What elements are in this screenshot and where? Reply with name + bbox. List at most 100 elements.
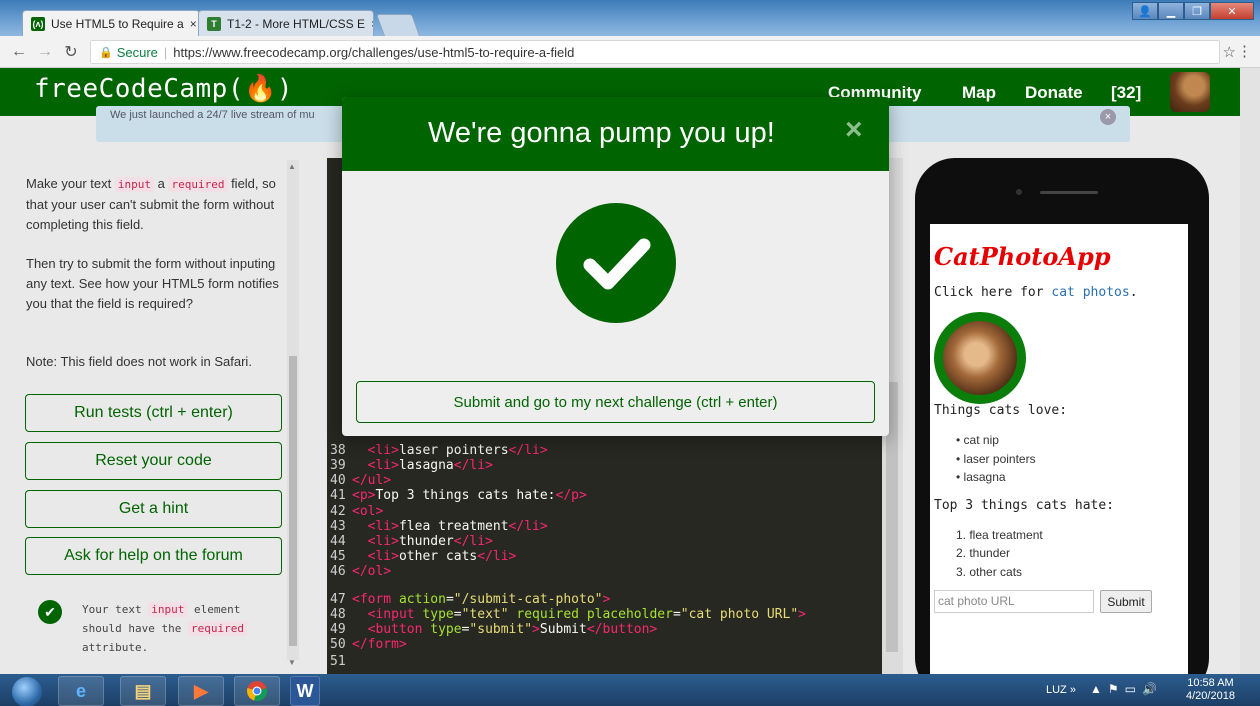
code-line-40[interactable]: 40 </ul> (330, 473, 391, 488)
list-item: • laser pointers (956, 452, 1036, 466)
code-tag: <li> (367, 549, 399, 564)
code-line-44[interactable]: 44 <li>thunder</li> (330, 534, 493, 549)
line-number: 39 (330, 458, 346, 473)
code-attr: type (430, 622, 462, 637)
file-explorer-icon[interactable]: ▤ (120, 676, 166, 706)
back-arrow-icon[interactable]: ← (6, 43, 32, 61)
code-tag: </li> (508, 443, 548, 458)
windows-start-icon[interactable] (12, 677, 42, 706)
chrome-icon[interactable] (234, 676, 280, 706)
media-player-icon[interactable]: ▶ (178, 676, 224, 706)
code-tag: <ol> (352, 504, 384, 519)
code-tag: <input (352, 607, 423, 622)
lang-text: LUZ (1046, 684, 1067, 696)
tab-use-html5[interactable]: (ʌ) Use HTML5 to Require a × (22, 10, 200, 36)
ask-help-button[interactable]: Ask for help on the forum (25, 537, 282, 575)
code-required: required (168, 177, 228, 192)
code-tag: </li> (453, 458, 493, 473)
code-line-50[interactable]: 50 </form> (330, 637, 407, 652)
scroll-down-icon[interactable]: ▼ (288, 658, 296, 667)
preview-submit-button[interactable]: Submit (1100, 590, 1152, 613)
separator: | (163, 44, 168, 60)
url-text: https://www.freecodecamp.org/challenges/… (173, 44, 575, 60)
minimize-icon[interactable]: ▁ (1158, 2, 1184, 20)
code-line-38[interactable]: 38 <li>laser pointers</li> (330, 443, 548, 458)
banner-text: We just launched a 24/7 live stream of m… (110, 109, 315, 121)
code-line-41[interactable]: 41 <p>Top 3 things cats hate:</p> (330, 488, 587, 503)
reset-code-button[interactable]: Reset your code (25, 442, 282, 480)
restore-icon[interactable]: ❐ (1184, 2, 1210, 20)
cat-photo-url-input[interactable]: cat photo URL (934, 590, 1094, 613)
tab-close-icon[interactable]: × (190, 17, 197, 31)
code-tag: <form (352, 592, 399, 607)
tab-close-icon[interactable]: × (371, 17, 373, 31)
modal-close-icon[interactable]: × (845, 113, 863, 147)
code-text: Submit (539, 622, 587, 637)
line-number: 48 (330, 607, 346, 622)
code-line-45[interactable]: 45 <li>other cats</li> (330, 549, 516, 564)
tray-language[interactable]: LUZ » (1046, 684, 1076, 696)
nav-donate[interactable]: Donate (1025, 83, 1083, 103)
code-line-42[interactable]: 42 <ol> (330, 504, 383, 519)
page-scrollbar[interactable] (1240, 68, 1260, 674)
code-line-49[interactable]: 49 <button type="submit">Submit</button> (330, 622, 657, 637)
code-line-43[interactable]: 43 <li>flea treatment</li> (330, 519, 548, 534)
code-line-47[interactable]: 47 <form action="/submit-cat-photo"> (330, 592, 610, 607)
banner-close-icon[interactable]: × (1100, 109, 1116, 125)
modal-header: We're gonna pump you up! × (342, 97, 889, 171)
list-item: • lasagna (956, 470, 1006, 484)
submit-next-challenge-button[interactable]: Submit and go to my next challenge (ctrl… (356, 381, 875, 423)
line-number: 38 (330, 443, 346, 458)
code-line-46[interactable]: 46 </ol> (330, 564, 391, 579)
nav-map[interactable]: Map (962, 83, 996, 103)
line-number: 40 (330, 473, 346, 488)
close-window-icon[interactable]: ✕ (1210, 2, 1254, 20)
secure-label: Secure (116, 44, 158, 60)
run-tests-button[interactable]: Run tests (ctrl + enter) (25, 394, 282, 432)
tab-t1-2[interactable]: T T1-2 - More HTML/CSS E × (198, 10, 374, 36)
code-string: "submit" (469, 622, 533, 637)
address-bar[interactable]: 🔒 Secure | https://www.freecodecamp.org/… (90, 40, 1220, 64)
scrollbar-thumb[interactable] (289, 356, 297, 646)
cat-photos-link[interactable]: cat photos (1051, 285, 1129, 300)
code-text: other cats (398, 549, 478, 564)
modal-title: We're gonna pump you up! (428, 117, 775, 149)
tab-title: T1-2 - More HTML/CSS E (227, 16, 366, 31)
code-line-51[interactable]: 51 (330, 654, 352, 669)
avatar[interactable] (1170, 72, 1210, 112)
reload-icon[interactable]: ↻ (58, 42, 84, 62)
cat-photo-image[interactable] (934, 312, 1026, 404)
instruction-note: Note: This field does not work in Safari… (26, 354, 252, 369)
fcc-favicon-icon: (ʌ) (31, 16, 45, 31)
tray-expand-icon[interactable]: » (1070, 684, 1076, 696)
instruction-text: Make your text (26, 176, 115, 191)
new-tab-button[interactable] (375, 14, 421, 36)
scroll-up-icon[interactable]: ▲ (288, 162, 296, 171)
bookmark-star-icon[interactable]: ☆ (1223, 43, 1236, 61)
line-number: 45 (330, 549, 346, 564)
clock-date: 4/20/2018 (1186, 690, 1235, 702)
nav-points[interactable]: [32] (1111, 83, 1141, 103)
get-hint-button[interactable]: Get a hint (25, 490, 282, 528)
fcc-logo[interactable]: freeCodeCamp(🔥) (34, 74, 293, 104)
system-clock[interactable]: 10:58 AM 4/20/2018 (1186, 677, 1235, 703)
test-pass-check-icon: ✔ (38, 600, 62, 624)
instructions-scrollbar[interactable] (287, 160, 299, 660)
code-tag: > (602, 592, 611, 607)
code-line-48[interactable]: 48 <input type="text" required placehold… (330, 607, 806, 622)
test-text: attribute. (82, 641, 149, 654)
forward-arrow-icon[interactable]: → (32, 43, 58, 61)
tray-icons[interactable]: ▲⚑▭🔊 (1090, 682, 1163, 696)
catphotoapp-title: CatPhotoApp (934, 242, 1111, 271)
line-number: 46 (330, 564, 346, 579)
code-tag: > (798, 607, 806, 622)
preview-screen: CatPhotoApp Click here for cat photos. T… (930, 224, 1188, 684)
code-line-39[interactable]: 39 <li>lasagna</li> (330, 458, 493, 473)
word-icon[interactable]: W (290, 676, 320, 706)
internet-explorer-icon[interactable]: e (58, 676, 104, 706)
menu-dots-icon[interactable]: ⋮ (1237, 42, 1252, 60)
code-string: "/submit-cat-photo" (453, 592, 603, 607)
user-icon[interactable]: 👤 (1132, 2, 1158, 20)
code-tag: <li> (367, 534, 399, 549)
